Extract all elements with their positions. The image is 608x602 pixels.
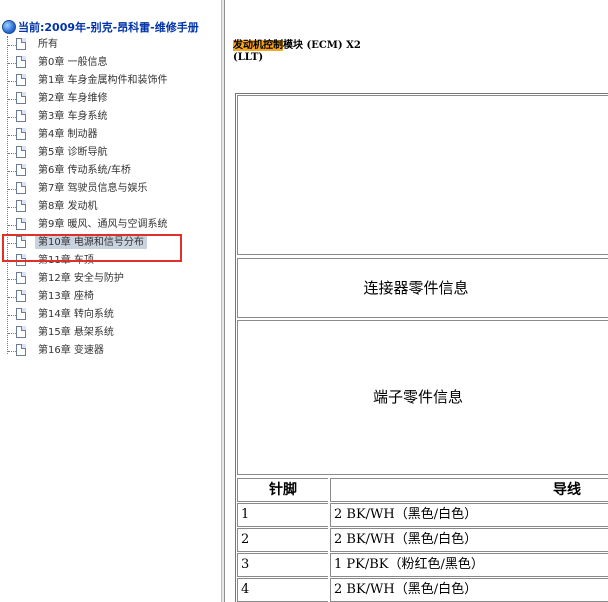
tree-item-label: 第8章 发动机: [38, 201, 98, 212]
globe-icon: [2, 20, 16, 34]
tree-connector: [8, 99, 16, 100]
tree-item[interactable]: 第6章 传动系统/车桥: [0, 162, 221, 180]
document-icon: [16, 38, 26, 50]
tree-items: 所有第0章 一般信息第1章 车身金属构件和装饰件 第2章 车身维修 第3章 车身系统…: [0, 36, 221, 360]
tree-item-label: 第5章 诊断导航: [38, 147, 108, 158]
tree-connector: [8, 315, 16, 316]
pin-header: 针脚: [237, 478, 328, 502]
tree-item-label: 第3章 车身系统: [38, 111, 108, 122]
tree-connector: [8, 63, 16, 64]
tree-connector: [8, 243, 16, 244]
tree-root-label: 当前:2009年-别克-昂科雷-维修手册: [18, 21, 199, 34]
tree-item[interactable]: 第10章 电源和信号分布: [0, 234, 221, 252]
tree-item[interactable]: 所有: [0, 36, 221, 54]
doc-title-rest: 模块 (ECM) X2: [283, 40, 361, 51]
tree-item[interactable]: 第2章 车身维修: [0, 90, 221, 108]
connector-info-label: 连接器零件信息: [363, 279, 469, 297]
tree-connector: [8, 261, 16, 262]
tree-item[interactable]: 第8章 发动机: [0, 198, 221, 216]
tree-item[interactable]: 第1章 车身金属构件和装饰件: [0, 72, 221, 90]
tree-connector: [8, 45, 16, 46]
tree-item-label: 第4章 制动器: [38, 129, 98, 140]
tree-item-label: 第1章 车身金属构件和装饰件: [38, 75, 168, 86]
tree-item[interactable]: 第12章 安全与防护: [0, 270, 221, 288]
tree-item-label: 第14章 转向系统: [38, 309, 114, 320]
document-icon: [16, 272, 26, 284]
pin-cell: 2: [237, 528, 328, 552]
tree-connector: [8, 297, 16, 298]
tree-item[interactable]: 第7章 驾驶员信息与娱乐: [0, 180, 221, 198]
tree-item-label: 第16章 变速器: [38, 345, 104, 356]
document-icon: [16, 74, 26, 86]
tree-connector: [8, 189, 16, 190]
document-icon: [16, 200, 26, 212]
document-icon: [16, 164, 26, 176]
document-icon: [16, 110, 26, 122]
terminal-info-label: 端子零件信息: [372, 388, 463, 406]
tree-connector: [8, 351, 16, 352]
pin-cell: 1: [237, 503, 328, 527]
connector-info-cell: 连接器零件信息: [237, 258, 608, 318]
tree-root[interactable]: 当前:2009年-别克-昂科雷-维修手册: [2, 18, 199, 36]
tree-connector: [8, 81, 16, 82]
tree-item-label: 第12章 安全与防护: [38, 273, 124, 284]
wire-cell: 2 BK/WH（黑色/白色）: [330, 503, 608, 527]
document-icon: [16, 308, 26, 320]
tree-item[interactable]: 第3章 车身系统: [0, 108, 221, 126]
wire-cell: 1 PK/BK（粉红色/黑色）: [330, 553, 608, 577]
tree-item[interactable]: 第16章 变速器: [0, 342, 221, 360]
tree-item-label: 第0章 一般信息: [38, 57, 108, 68]
tree-item[interactable]: 第11章 车顶: [0, 252, 221, 270]
tree-item-label: 第10章 电源和信号分布: [35, 236, 147, 249]
tree-item[interactable]: 第15章 悬架系统: [0, 324, 221, 342]
tree-item[interactable]: 第9章 暖风、通风与空调系统: [0, 216, 221, 234]
tree-item[interactable]: 第14章 转向系统: [0, 306, 221, 324]
tree-panel: 当前:2009年-别克-昂科雷-维修手册 所有第0章 一般信息第1章 车身金属构…: [0, 0, 221, 602]
wire-cell: 2 BK/WH（黑色/白色）: [330, 578, 608, 602]
document-icon: [16, 326, 26, 338]
document-icon: [16, 146, 26, 158]
document-icon: [16, 182, 26, 194]
tree-connector: [8, 333, 16, 334]
tree-item-label: 第2章 车身维修: [38, 93, 108, 104]
tree-connector: [8, 225, 16, 226]
wire-cell: 2 BK/WH（黑色/白色）: [330, 528, 608, 552]
document-icon: [16, 344, 26, 356]
doc-header: 发动机控制模块 (ECM) X2 (LLT): [233, 40, 361, 64]
doc-title-highlight: 发动机控制: [233, 40, 283, 51]
tree-connector: [8, 171, 16, 172]
tree-item[interactable]: 第0章 一般信息: [0, 54, 221, 72]
doc-subtitle: (LLT): [233, 52, 264, 63]
tree-connector: [8, 153, 16, 154]
tree-item[interactable]: 第4章 制动器: [0, 126, 221, 144]
tree-item-label: 第15章 悬架系统: [38, 327, 114, 338]
tree-item[interactable]: 第5章 诊断导航: [0, 144, 221, 162]
document-icon: [16, 128, 26, 140]
tree-item-label: 第7章 驾驶员信息与娱乐: [38, 183, 148, 194]
document-icon: [16, 236, 26, 248]
document-icon: [16, 92, 26, 104]
wire-header: 导线: [330, 478, 608, 502]
tree-item-label: 所有: [38, 39, 58, 50]
tree-item-label: 第13章 座椅: [38, 291, 94, 302]
document-icon: [16, 254, 26, 266]
content-panel: 发动机控制模块 (ECM) X2 (LLT) 连接器零件信息 端子零件信息 针脚…: [225, 0, 608, 602]
tree-connector: [8, 117, 16, 118]
document-icon: [16, 290, 26, 302]
document-icon: [16, 56, 26, 68]
pin-cell: 4: [237, 578, 328, 602]
document-icon: [16, 218, 26, 230]
tree-item-label: 第9章 暖风、通风与空调系统: [38, 219, 168, 230]
tree-item-label: 第11章 车顶: [38, 255, 94, 266]
tree-connector: [8, 135, 16, 136]
tree-item[interactable]: 第13章 座椅: [0, 288, 221, 306]
connector-image-cell: [237, 95, 608, 255]
tree-connector: [8, 279, 16, 280]
pin-cell: 3: [237, 553, 328, 577]
tree-connector: [8, 207, 16, 208]
tree-item-label: 第6章 传动系统/车桥: [38, 165, 131, 176]
terminal-info-cell: 端子零件信息: [237, 320, 608, 475]
